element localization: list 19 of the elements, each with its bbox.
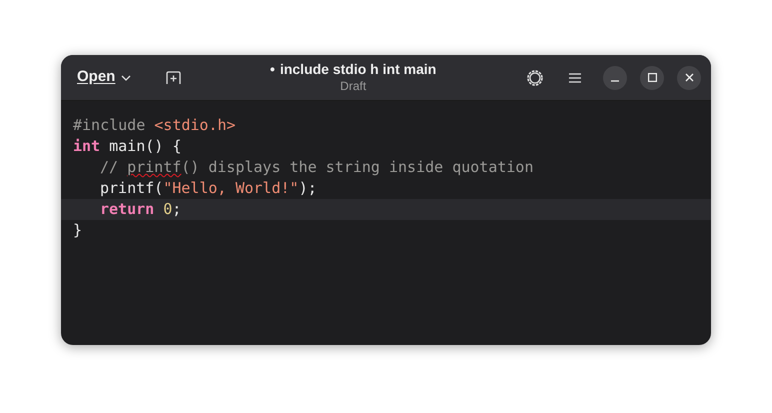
code-line: } (72, 220, 84, 241)
settings-icon (526, 68, 544, 86)
maximize-button[interactable] (640, 66, 664, 90)
close-icon (684, 73, 694, 82)
new-tab-icon (166, 70, 181, 84)
maximize-icon (648, 73, 656, 82)
code-line: printf("Hello, World!"); (99, 178, 318, 199)
window-subtitle: Draft (340, 78, 366, 94)
open-button[interactable]: Open (71, 62, 138, 94)
code-line: #include <stdio.h> (72, 115, 237, 136)
close-button[interactable] (677, 66, 701, 90)
modified-mark: • (270, 61, 275, 79)
chevron-down-icon (121, 74, 132, 80)
minimize-icon (611, 80, 619, 82)
code-line: // printf() displays the string inside quotation (99, 157, 534, 178)
menu-icon (569, 72, 581, 82)
code-line: int main() { (72, 136, 182, 157)
window-title: include stdio h int main (280, 61, 436, 79)
minimize-button[interactable] (603, 66, 627, 90)
